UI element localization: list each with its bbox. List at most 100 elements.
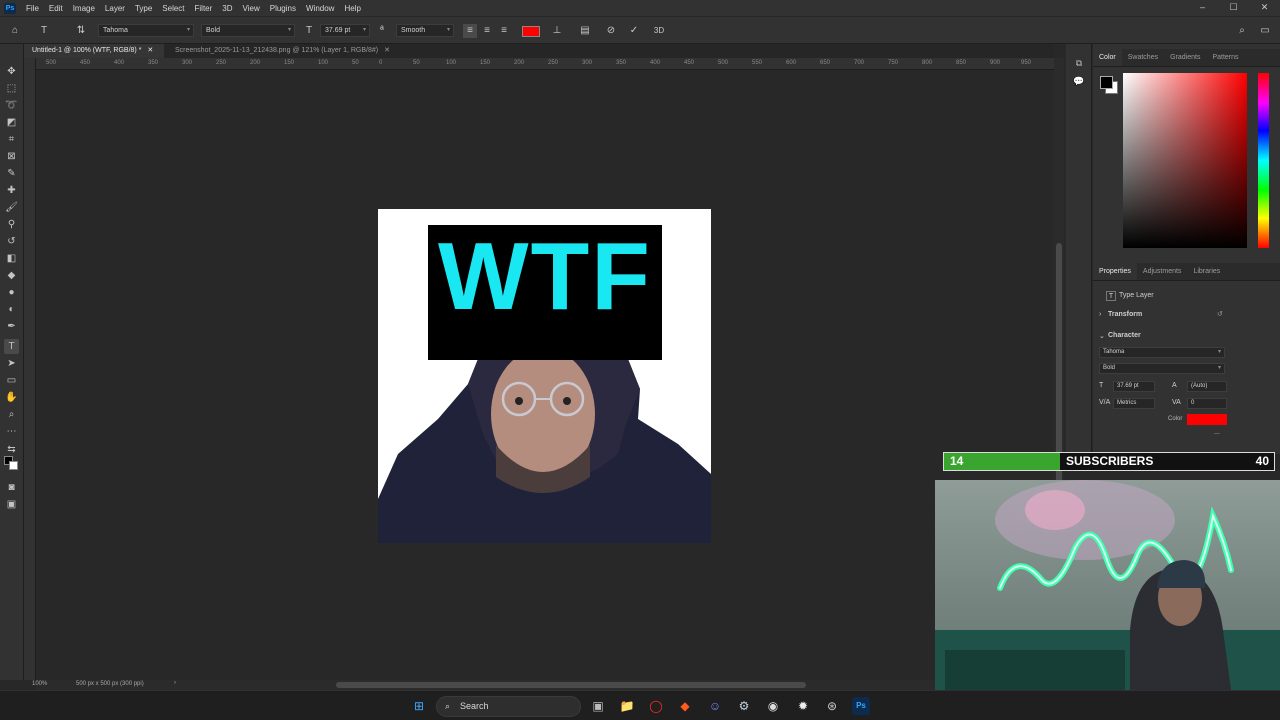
opera-gx-icon[interactable]: ◯	[647, 697, 665, 715]
file-explorer-icon[interactable]: 📁	[618, 697, 636, 715]
minimize-button[interactable]: –	[1187, 0, 1218, 16]
character-panel-icon[interactable]: ▤	[578, 24, 592, 38]
align-center-icon[interactable]: ≡	[480, 24, 494, 38]
app-icon[interactable]: ✹	[794, 697, 812, 715]
align-right-icon[interactable]: ≡	[497, 24, 511, 38]
zoom-level[interactable]: 100%	[32, 681, 47, 687]
character-font-style-select[interactable]: Bold ▾	[1099, 363, 1225, 374]
brave-browser-icon[interactable]: ◆	[676, 697, 694, 715]
scrollbar-thumb[interactable]	[336, 682, 806, 688]
app-icon-2[interactable]: ⊛	[823, 697, 841, 715]
tab-libraries[interactable]: Libraries	[1187, 263, 1226, 280]
menu-select[interactable]: Select	[157, 4, 189, 13]
eyedropper-tool-icon[interactable]: ✎	[4, 166, 19, 181]
character-font-family-select[interactable]: Tahoma ▾	[1099, 347, 1225, 358]
chevron-down-icon[interactable]: ⌄	[1099, 332, 1105, 340]
task-view-icon[interactable]: ▣	[589, 697, 607, 715]
search-icon[interactable]: ⌕	[1235, 24, 1249, 38]
menu-3d[interactable]: 3D	[217, 4, 237, 13]
close-tab-icon[interactable]: ✕	[147, 47, 153, 54]
workspace-icon[interactable]: ▭	[1258, 24, 1272, 38]
text-color-swatch[interactable]	[522, 26, 540, 37]
close-tab-icon[interactable]: ✕	[384, 47, 390, 54]
color-picker-field[interactable]	[1123, 73, 1247, 248]
pen-tool-icon[interactable]: ✒	[4, 319, 19, 334]
warp-text-icon[interactable]: ⊥	[550, 24, 564, 38]
screen-mode-icon[interactable]: ▣	[4, 497, 19, 512]
menu-image[interactable]: Image	[68, 4, 100, 13]
tab-adjustments[interactable]: Adjustments	[1137, 263, 1188, 280]
tab-gradients[interactable]: Gradients	[1164, 49, 1206, 66]
tab-untitled-1[interactable]: Untitled-1 @ 100% (WTF, RGB/8) * ✕	[24, 44, 164, 58]
hand-tool-icon[interactable]: ✋	[4, 390, 19, 405]
eraser-tool-icon[interactable]: ◧	[4, 251, 19, 266]
chevron-right-icon[interactable]: ›	[1099, 311, 1101, 318]
comments-panel-icon[interactable]: 💬	[1072, 76, 1086, 90]
tab-color[interactable]: Color	[1093, 49, 1122, 66]
obs-icon[interactable]: ◉	[764, 697, 782, 715]
menu-view[interactable]: View	[238, 4, 265, 13]
windows-start-icon[interactable]: ⊞	[410, 697, 428, 715]
antialias-select[interactable]: Smooth ▾	[396, 24, 454, 37]
menu-window[interactable]: Window	[301, 4, 339, 13]
leading-select[interactable]: (Auto)	[1187, 381, 1227, 392]
blur-tool-icon[interactable]: ●	[4, 285, 19, 300]
home-icon[interactable]: ⌂	[8, 24, 22, 38]
rectangle-tool-icon[interactable]: ▭	[4, 373, 19, 388]
lasso-tool-icon[interactable]: ➰	[4, 98, 19, 113]
frame-tool-icon[interactable]: ⊠	[4, 149, 19, 164]
tab-properties[interactable]: Properties	[1093, 263, 1137, 280]
path-selection-tool-icon[interactable]: ➤	[4, 356, 19, 371]
marquee-tool-icon[interactable]: ⬚	[4, 81, 19, 96]
kerning-select[interactable]: Metrics	[1113, 398, 1155, 409]
type-tool-icon[interactable]: T	[4, 339, 19, 354]
tracking-select[interactable]: 0	[1187, 398, 1227, 409]
tab-patterns[interactable]: Patterns	[1206, 49, 1244, 66]
background-color-swatch[interactable]	[9, 461, 18, 470]
tab-screenshot[interactable]: Screenshot_2025-11-13_212438.png @ 121% …	[167, 44, 412, 58]
type-tool-preset-icon[interactable]: T	[37, 24, 51, 38]
menu-filter[interactable]: Filter	[190, 4, 218, 13]
taskbar-search-input[interactable]: ⌕ Search	[436, 696, 581, 717]
character-color-swatch[interactable]	[1187, 414, 1227, 425]
3d-icon[interactable]: 3D	[652, 24, 666, 38]
menu-layer[interactable]: Layer	[100, 4, 130, 13]
transform-section-title[interactable]: Transform	[1108, 311, 1142, 318]
tab-swatches[interactable]: Swatches	[1122, 49, 1164, 66]
font-style-select[interactable]: Bold ▾	[201, 24, 295, 37]
quick-mask-icon[interactable]: ◙	[4, 480, 19, 495]
font-size-select[interactable]: 37.69 pt ▾	[320, 24, 370, 37]
foreground-color-swatch[interactable]	[1100, 76, 1113, 89]
swap-colors-icon[interactable]: ⇆	[4, 442, 19, 457]
status-menu-icon[interactable]: ›	[174, 680, 176, 686]
orientation-toggle-icon[interactable]: ⇅	[74, 24, 88, 38]
maximize-button[interactable]: ☐	[1218, 0, 1249, 16]
brush-tool-icon[interactable]: 🖌	[4, 200, 19, 215]
more-options-icon[interactable]: ...	[1214, 429, 1220, 436]
canvas-text-layer[interactable]: WTF	[428, 222, 662, 332]
menu-edit[interactable]: Edit	[44, 4, 68, 13]
horizontal-ruler[interactable]: 500 450 400 350 300 250 200 150 100 50 0…	[36, 58, 1054, 70]
menu-type[interactable]: Type	[130, 4, 157, 13]
move-tool-icon[interactable]: ✥	[4, 64, 19, 79]
close-window-button[interactable]: ✕	[1249, 0, 1280, 16]
menu-file[interactable]: File	[21, 4, 44, 13]
history-brush-tool-icon[interactable]: ↺	[4, 234, 19, 249]
character-section-title[interactable]: Character	[1108, 332, 1141, 339]
dodge-tool-icon[interactable]: ◐	[4, 302, 19, 317]
menu-plugins[interactable]: Plugins	[265, 4, 301, 13]
hue-slider[interactable]	[1258, 73, 1269, 248]
vertical-ruler[interactable]	[24, 58, 36, 680]
crop-tool-icon[interactable]: ⌗	[4, 132, 19, 147]
cancel-edit-icon[interactable]: ⊘	[604, 24, 618, 38]
menu-help[interactable]: Help	[339, 4, 365, 13]
font-family-select[interactable]: Tahoma ▾	[98, 24, 194, 37]
character-font-size-select[interactable]: 37.69 pt	[1113, 381, 1155, 392]
history-panel-icon[interactable]: ⧉	[1072, 58, 1086, 72]
align-left-icon[interactable]: ≡	[463, 24, 477, 38]
reset-transform-icon[interactable]: ↺	[1217, 310, 1223, 318]
paint-bucket-tool-icon[interactable]: ◆	[4, 268, 19, 283]
photoshop-taskbar-icon[interactable]: Ps	[852, 697, 870, 715]
scrollbar-thumb[interactable]	[1056, 243, 1062, 483]
healing-brush-tool-icon[interactable]: ✚	[4, 183, 19, 198]
